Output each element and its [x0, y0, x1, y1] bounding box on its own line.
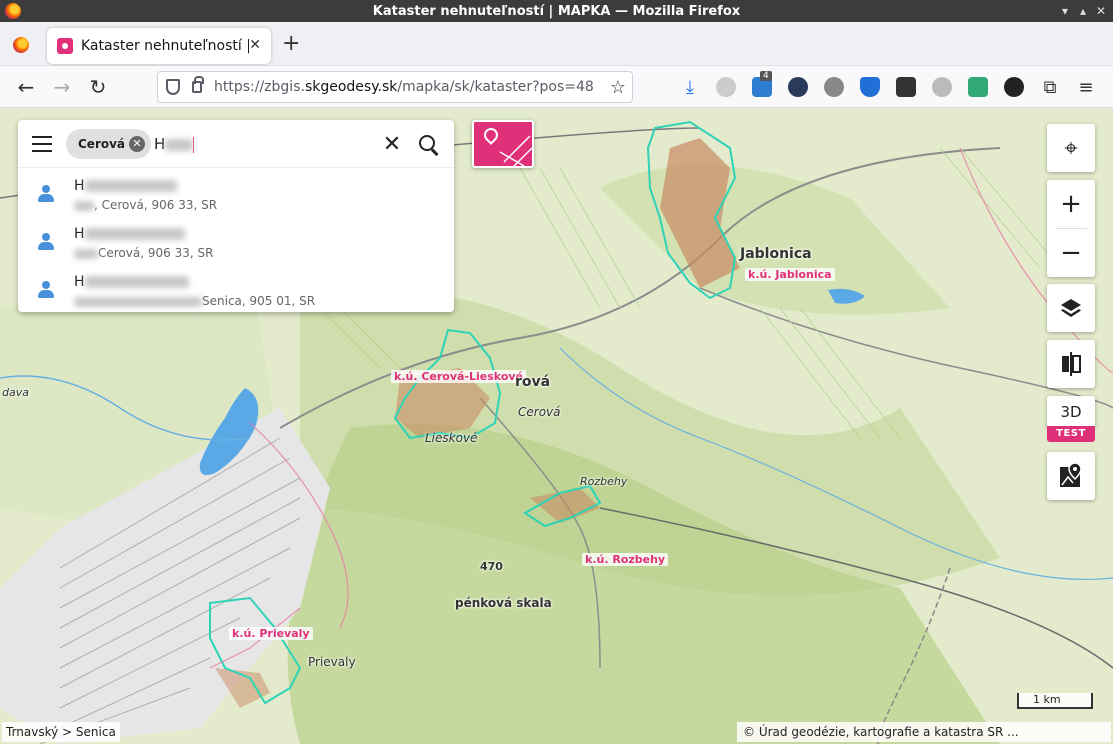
test-badge: TEST — [1047, 426, 1095, 442]
clear-search-button[interactable]: ✕ — [380, 132, 404, 157]
layers-button[interactable] — [1047, 284, 1095, 332]
cadastre-label-cerova-lieskove[interactable]: k.ú. Cerová-Lieskové — [391, 370, 527, 383]
url-bar[interactable]: https://zbgis.skgeodesy.sk/mapka/sk/kata… — [157, 71, 633, 103]
chip-remove-icon[interactable]: ✕ — [129, 136, 146, 152]
tracking-protection-icon[interactable] — [166, 79, 180, 95]
geo-map-button[interactable] — [1047, 452, 1095, 500]
adblock-plus-icon[interactable] — [716, 77, 736, 97]
extension-badge-icon[interactable]: 4 — [752, 71, 772, 97]
tab-title: Kataster nehnuteľností | MAPKA — [81, 38, 249, 54]
parcel-lines-icon — [499, 135, 532, 166]
place-label-dava: dava — [2, 386, 29, 399]
3d-button[interactable]: 3D — [1047, 396, 1095, 428]
minimize-icon[interactable]: ▾ — [1058, 4, 1072, 18]
panel-divider — [18, 167, 454, 168]
lock-icon[interactable] — [192, 76, 204, 93]
elevation-label: 470 — [480, 560, 503, 573]
cadastre-label-rozbehy[interactable]: k.ú. Rozbehy — [582, 553, 669, 566]
reload-button[interactable]: ↻ — [86, 75, 110, 99]
cadastre-label-jablonica[interactable]: k.ú. Jablonica — [745, 268, 835, 281]
geolocate-button[interactable]: ⌖ — [1047, 124, 1095, 172]
back-button[interactable]: ← — [14, 75, 38, 99]
app-menu-icon[interactable]: ≡ — [1076, 77, 1096, 98]
close-window-icon[interactable]: ✕ — [1094, 4, 1108, 18]
crosshair-icon: ⌖ — [1064, 134, 1078, 162]
place-label-cerova: Cerová — [518, 405, 561, 419]
search-result-item[interactable]: H Senica, 905 01, SR — [18, 268, 454, 314]
search-extension-icon[interactable] — [824, 77, 844, 97]
result-address: , Cerová, 906 33, SR — [74, 198, 217, 212]
3d-label: 3D — [1060, 403, 1082, 421]
place-label-skala: pénková skala — [455, 596, 552, 610]
forward-button[interactable]: → — [50, 75, 74, 99]
search-panel: Cerová ✕ H ✕ H , Cerová, 906 33, SR H Ce… — [18, 120, 454, 312]
cookie-extension-icon[interactable] — [932, 77, 952, 97]
monitor-extension-icon[interactable] — [896, 77, 916, 97]
firefox-view-button[interactable] — [8, 32, 34, 58]
new-tab-button[interactable]: + — [282, 33, 300, 55]
zoom-in-button[interactable]: + — [1047, 180, 1095, 228]
place-label-prievaly: Prievaly — [308, 655, 356, 669]
place-label-cerova-big: rová — [515, 374, 551, 390]
search-result-item[interactable]: H , Cerová, 906 33, SR — [18, 172, 454, 218]
cadastre-label-prievaly[interactable]: k.ú. Prievaly — [229, 627, 313, 640]
menu-hamburger-icon[interactable] — [32, 136, 52, 152]
extensions-puzzle-icon[interactable]: ⧉ — [1040, 77, 1060, 98]
tab-kataster[interactable]: Kataster nehnuteľností | MAPKA ✕ — [47, 28, 271, 64]
firefox-logo-icon — [5, 3, 21, 19]
mask-extension-icon[interactable] — [1004, 77, 1024, 97]
person-icon — [38, 233, 54, 251]
copyright-attribution[interactable]: © Úrad geodézie, kartografie a katastra … — [737, 722, 1111, 742]
kataster-logo-button[interactable] — [472, 120, 534, 168]
bookmark-star-button[interactable]: ☆ — [610, 77, 626, 98]
search-icon[interactable] — [418, 134, 440, 156]
window-title: Kataster nehnuteľností | MAPKA — Mozilla… — [372, 3, 741, 19]
text-cursor — [193, 136, 195, 153]
person-icon — [38, 185, 54, 203]
result-name: H — [74, 178, 177, 194]
downloads-icon[interactable]: ⤓ — [680, 77, 700, 98]
tab-close-button[interactable]: ✕ — [249, 37, 261, 53]
compare-icon — [1062, 352, 1081, 376]
place-label-rozbehy: Rozbehy — [580, 475, 628, 488]
search-result-item[interactable]: H Cerová, 906 33, SR — [18, 220, 454, 266]
filter-chip-cerova[interactable]: Cerová ✕ — [66, 129, 152, 159]
url-text[interactable]: https://zbgis.skgeodesy.sk/mapka/sk/kata… — [214, 79, 594, 95]
zoom-control: + − — [1047, 180, 1095, 277]
search-query-text: H — [154, 135, 166, 153]
region-breadcrumb[interactable]: Trnavský > Senica — [2, 722, 120, 742]
place-label-lieskove: Lieskové — [425, 431, 478, 445]
result-name: H — [74, 274, 189, 290]
shield-extension-icon[interactable] — [860, 77, 880, 97]
zoom-out-button[interactable]: − — [1047, 229, 1095, 277]
window-titlebar: Kataster nehnuteľností | MAPKA — Mozilla… — [0, 0, 1113, 22]
redacted-text — [165, 138, 194, 151]
result-address: Cerová, 906 33, SR — [74, 246, 213, 260]
tab-strip: Kataster nehnuteľností | MAPKA ✕ + — [0, 22, 1113, 66]
compare-button[interactable] — [1047, 340, 1095, 388]
pen-extension-icon[interactable] — [968, 77, 988, 97]
map-pin-icon — [1060, 463, 1082, 487]
cursor-extension-icon[interactable] — [788, 77, 808, 97]
search-input[interactable]: H — [154, 135, 195, 153]
place-label-jablonica: Jablonica — [740, 246, 812, 262]
chip-label: Cerová — [78, 137, 126, 151]
navigation-bar: ← → ↻ https://zbgis.skgeodesy.sk/mapka/s… — [0, 66, 1113, 108]
firefox-icon — [13, 37, 29, 53]
maximize-icon[interactable]: ▴ — [1076, 4, 1090, 18]
result-name: H — [74, 226, 185, 242]
kataster-favicon-icon — [57, 38, 73, 54]
result-address: Senica, 905 01, SR — [74, 294, 315, 308]
layers-icon — [1061, 299, 1081, 317]
person-icon — [38, 281, 54, 299]
scale-bar: 1 km — [1017, 693, 1093, 709]
